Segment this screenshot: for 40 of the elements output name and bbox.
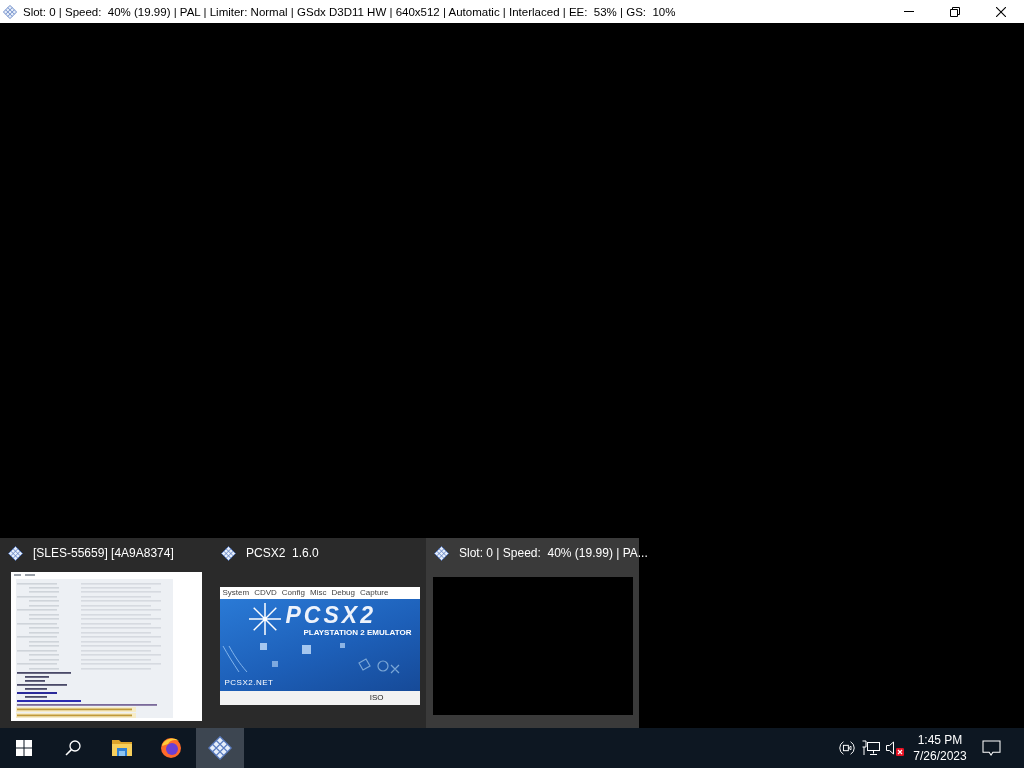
diamond-logo-icon <box>434 545 449 561</box>
speaker-icon <box>885 740 905 756</box>
network-icon <box>862 740 880 756</box>
camera-icon <box>839 740 855 756</box>
diamond-logo-icon <box>8 545 23 561</box>
window-preview-card[interactable]: [SLES-55659] [4A9A8374] <box>0 538 213 728</box>
window-title: Slot: 0 | Speed: 40% (19.99) | PAL | Limiter: Normal | GSdx D3D11 HW | 640x512 | Automatic | Interlaced | EE: 53% | GS: 10% <box>23 5 677 18</box>
diamond-logo-icon <box>3 4 17 19</box>
minimize-icon <box>904 11 914 12</box>
folder-icon <box>111 739 133 757</box>
window-preview-title: Slot: 0 | Speed: 40% (19.99) | PA... <box>459 546 648 560</box>
logo-text: PCSX2 <box>285 603 376 627</box>
floating-square-icon <box>271 661 278 667</box>
menu-item: CDVD <box>254 588 277 598</box>
menu-item: System <box>222 588 250 598</box>
window-preview-title: [SLES-55659] [4A9A8374] <box>33 546 174 560</box>
search-icon <box>65 740 81 756</box>
taskbar-app-button[interactable] <box>196 728 244 768</box>
floating-square-icon <box>259 643 267 650</box>
speech-bubble-icon <box>981 739 1001 757</box>
menu-item: Capture <box>360 588 389 598</box>
status-text: ISO <box>369 693 384 703</box>
shape-symbols-icon <box>357 657 400 675</box>
diamond-logo-icon <box>208 736 232 760</box>
menu-item: Config <box>281 588 305 598</box>
menu-item: Misc <box>309 588 327 598</box>
starburst-icon <box>248 603 281 635</box>
floating-square-icon <box>301 645 311 654</box>
windows-logo-icon <box>16 740 32 756</box>
diamond-logo-icon <box>221 545 236 561</box>
menu-item: Debug <box>331 588 355 598</box>
window-preview-card[interactable]: PCSX2 1.6.0 System CDVD Config Misc Debug Capture PCSX2 PLAYSTATION 2 EMULATOR PCSX2.NET ISO <box>213 538 426 728</box>
restore-icon <box>950 6 960 17</box>
clock-button[interactable]: 1:45 PM 7/26/2023 <box>907 728 973 768</box>
flame-globe-icon <box>160 737 182 759</box>
close-icon <box>996 6 1006 17</box>
logo-tagline: PLAYSTATION 2 EMULATOR <box>303 628 412 638</box>
window-preview-title: PCSX2 1.6.0 <box>246 546 319 560</box>
website-text: PCSX2.NET <box>224 678 274 688</box>
curved-lines-icon <box>221 645 248 673</box>
